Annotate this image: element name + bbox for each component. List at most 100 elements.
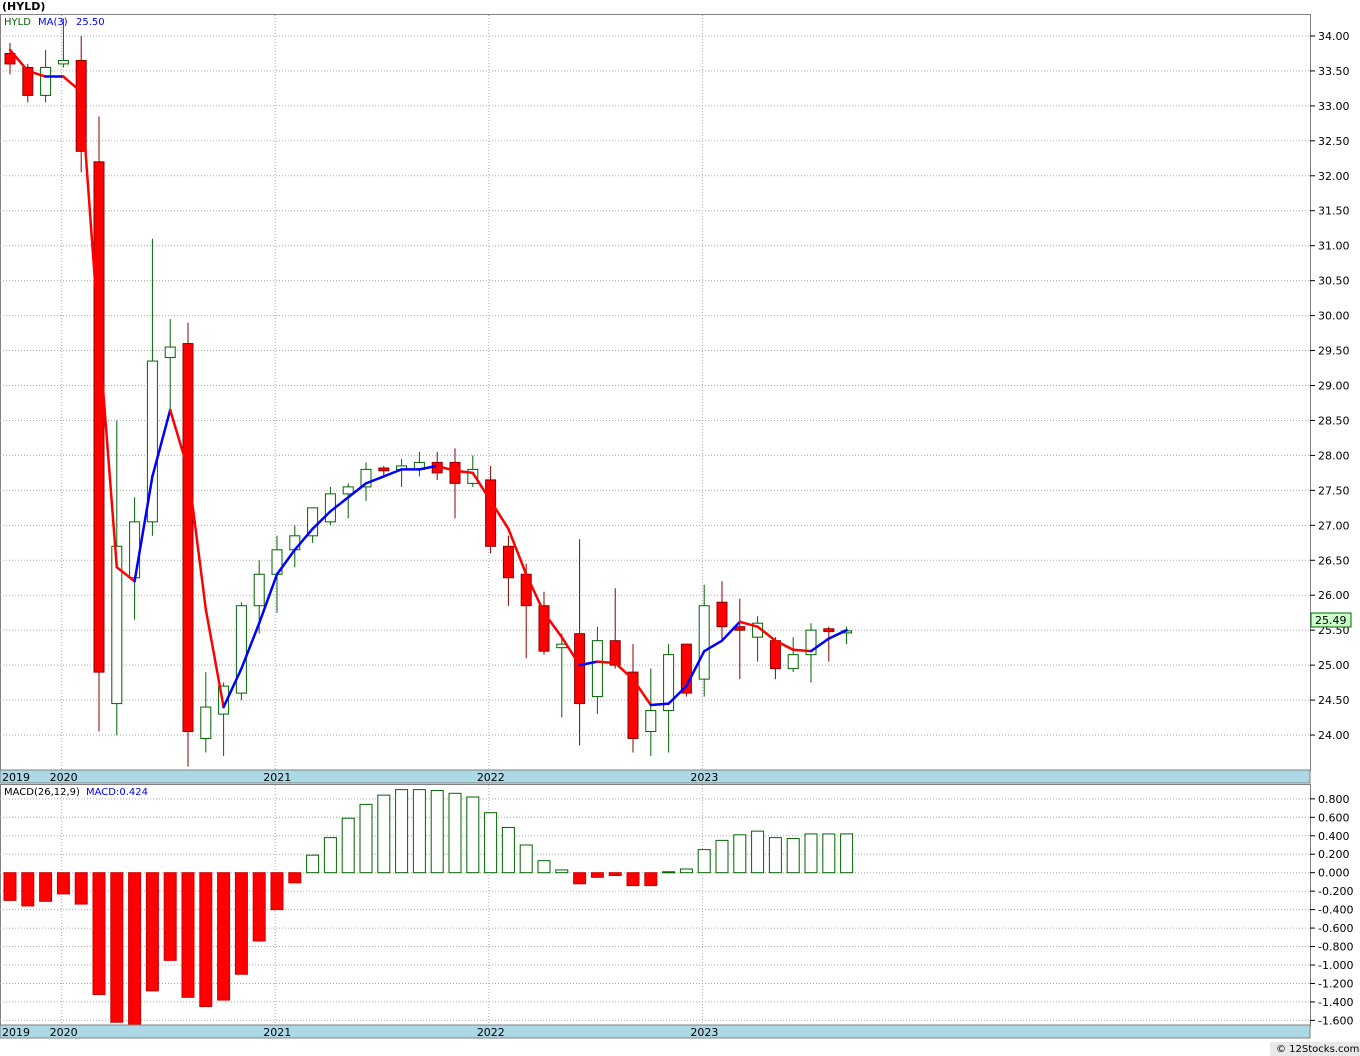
macd-bar xyxy=(110,872,124,1023)
price-y-tick-label: 28.00 xyxy=(1318,449,1350,462)
price-y-tick-label: 29.00 xyxy=(1318,380,1350,393)
macd-bar xyxy=(484,812,498,874)
price-y-tick-label: 32.50 xyxy=(1318,135,1350,148)
macd-bar xyxy=(466,796,480,874)
macd-bar xyxy=(163,872,177,961)
price-y-tick-label: 24.00 xyxy=(1318,729,1350,742)
macd-bar xyxy=(448,792,462,874)
macd-bar xyxy=(608,872,622,876)
macd-y-tick-label: -0.800 xyxy=(1318,941,1353,954)
macd-bar xyxy=(590,872,604,878)
x-year-label: 2022 xyxy=(477,1026,505,1039)
macd-bar xyxy=(822,833,836,874)
macd-y-tick-label: -0.400 xyxy=(1318,904,1353,917)
x-year-label: 2022 xyxy=(477,771,505,784)
macd-bar xyxy=(3,872,17,901)
macd-bar xyxy=(751,830,765,874)
macd-y-tick-label: -0.200 xyxy=(1318,885,1353,898)
candle-body xyxy=(591,640,603,698)
macd-bar xyxy=(181,872,195,998)
price-y-tick-label: 26.50 xyxy=(1318,554,1350,567)
chart-title: (HYLD) xyxy=(2,0,45,13)
price-y-tick-label: 26.00 xyxy=(1318,589,1350,602)
macd-bar xyxy=(306,854,320,874)
macd-bar xyxy=(555,869,569,874)
candle-body xyxy=(823,628,835,633)
macd-bar xyxy=(92,872,106,996)
candle-body xyxy=(342,486,354,495)
price-y-tick-label: 30.00 xyxy=(1318,310,1350,323)
macd-bar xyxy=(412,789,426,874)
macd-y-tick-label: -0.600 xyxy=(1318,922,1353,935)
x-year-label: 2023 xyxy=(690,1026,718,1039)
price-y-tick-label: 31.00 xyxy=(1318,240,1350,253)
macd-bar xyxy=(395,789,409,874)
candle-body xyxy=(787,654,799,670)
x-year-label: 2019 xyxy=(2,771,30,784)
macd-y-tick-label: -1.200 xyxy=(1318,977,1353,990)
macd-bar xyxy=(270,872,284,911)
candle-body xyxy=(485,479,497,547)
candle-body xyxy=(698,605,710,680)
macd-bar xyxy=(39,872,53,902)
macd-y-tick-label: 0.600 xyxy=(1318,811,1350,824)
macd-bar xyxy=(679,868,693,874)
candle-body xyxy=(716,601,728,628)
x-year-label: 2020 xyxy=(50,771,78,784)
candle-body xyxy=(502,545,514,579)
price-legend-ma: MA(3) xyxy=(38,17,68,28)
macd-y-tick-label: -1.600 xyxy=(1318,1014,1353,1027)
price-y-tick-label: 28.50 xyxy=(1318,414,1350,427)
macd-bar xyxy=(341,817,355,874)
watermark: © 12Stocks.com xyxy=(1276,1044,1359,1055)
x-year-label: 2021 xyxy=(263,771,291,784)
candle-body xyxy=(769,640,781,670)
macd-bar xyxy=(644,872,658,887)
candle-body xyxy=(449,461,461,484)
price-x-axis-band xyxy=(0,769,1311,784)
candle-body xyxy=(57,59,69,65)
macd-y-tick-label: 0.200 xyxy=(1318,848,1350,861)
candle-body xyxy=(289,535,301,551)
macd-bar xyxy=(537,860,551,874)
macd-y-tick-label: -1.000 xyxy=(1318,959,1353,972)
macd-legend-name: MACD(26,12,9) xyxy=(4,787,80,798)
price-legend-symbol: HYLD xyxy=(4,17,31,28)
macd-bar xyxy=(697,849,711,874)
ma-segment xyxy=(791,648,813,653)
ma-segment xyxy=(649,702,670,707)
x-year-label: 2023 xyxy=(690,771,718,784)
price-y-tick-label: 25.00 xyxy=(1318,659,1350,672)
price-y-tick-label: 31.50 xyxy=(1318,205,1350,218)
candle-body xyxy=(574,633,586,705)
macd-bar xyxy=(199,872,213,1008)
macd-bar xyxy=(128,872,142,1026)
macd-bar xyxy=(573,872,587,885)
macd-bar xyxy=(359,803,373,874)
macd-y-tick-label: 0.000 xyxy=(1318,867,1350,880)
macd-y-tick-label: 0.400 xyxy=(1318,830,1350,843)
price-y-tick-label: 32.00 xyxy=(1318,170,1350,183)
candle-body xyxy=(235,605,247,694)
macd-legend-value: MACD:0.424 xyxy=(86,787,148,798)
macd-bar xyxy=(252,872,266,942)
macd-y-tick-label: 0.800 xyxy=(1318,793,1350,806)
candle-body xyxy=(378,467,390,472)
macd-bar xyxy=(21,872,35,907)
candle-body xyxy=(645,710,657,733)
macd-y-tick-label: -1.400 xyxy=(1318,996,1353,1009)
macd-bar xyxy=(145,872,159,992)
price-legend-ma-value: 25.50 xyxy=(76,17,105,28)
candle-body xyxy=(182,343,194,733)
x-year-label: 2021 xyxy=(263,1026,291,1039)
price-y-tick-label: 30.50 xyxy=(1318,275,1350,288)
macd-bar xyxy=(430,790,444,874)
candle-body xyxy=(200,706,212,740)
candle-body xyxy=(129,521,141,579)
price-y-tick-label: 27.00 xyxy=(1318,519,1350,532)
price-y-tick-label: 27.50 xyxy=(1318,484,1350,497)
x-year-label: 2020 xyxy=(50,1026,78,1039)
stock-chart: (HYLD) 24.00 24.50 25.00 25.50 26.00 26.50 27.… xyxy=(0,0,1360,1056)
macd-bar xyxy=(234,872,248,975)
price-y-tick-label: 29.50 xyxy=(1318,345,1350,358)
